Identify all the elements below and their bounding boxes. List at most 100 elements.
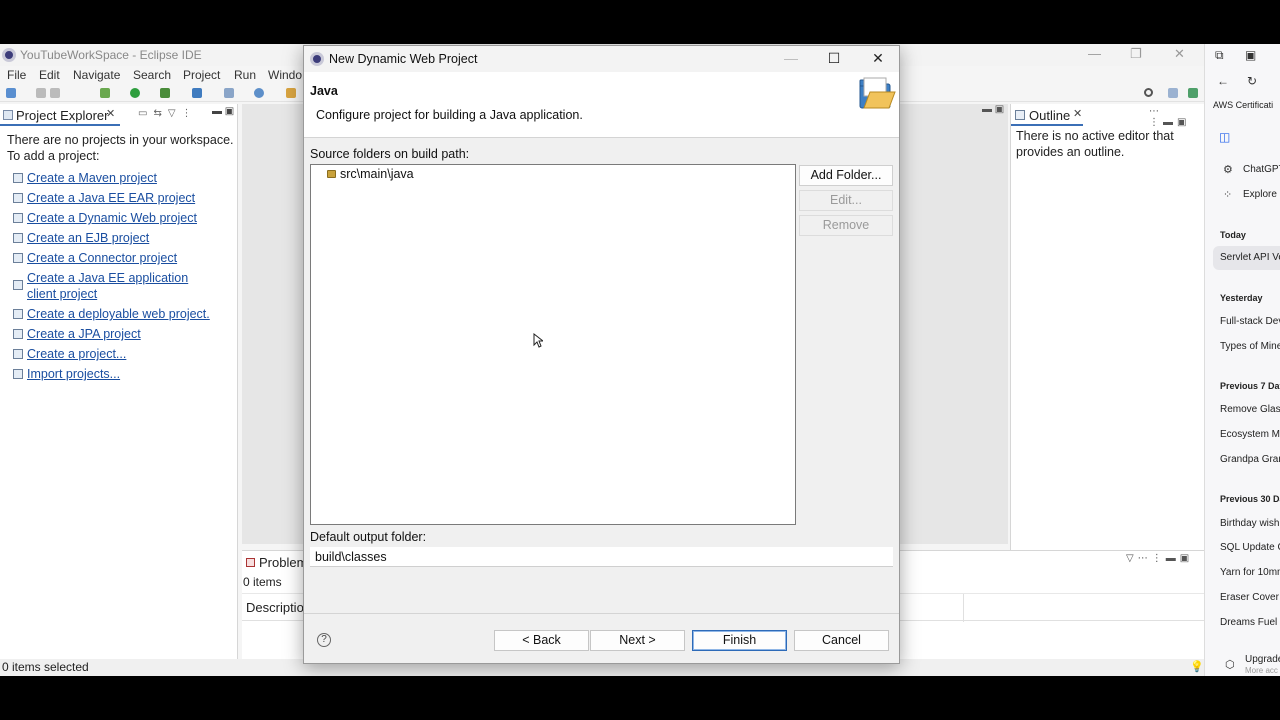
- menu-project[interactable]: Project: [183, 68, 220, 82]
- help-icon[interactable]: ?: [317, 633, 331, 647]
- chat-item[interactable]: Birthday wish: [1220, 518, 1279, 529]
- link-create-ejb-project[interactable]: Create an EJB project: [13, 230, 149, 246]
- tab-project-explorer[interactable]: Project Explorer ✕: [0, 104, 120, 126]
- run-icon[interactable]: [130, 88, 140, 98]
- chat-item[interactable]: Remove Glasse: [1220, 404, 1280, 415]
- desktop-screen: YouTubeWorkSpace - Eclipse IDE — ❐ ✕ Fil…: [0, 44, 1280, 676]
- footer-separator: [304, 613, 899, 614]
- open-folder-icon: [859, 77, 896, 109]
- link-create-deployable-web-project[interactable]: Create a deployable web project.: [13, 306, 210, 322]
- restore-icon[interactable]: ❐: [1130, 46, 1142, 62]
- server-icon[interactable]: [192, 88, 202, 98]
- link-import-projects[interactable]: Import projects...: [13, 366, 120, 382]
- new-icon[interactable]: [6, 88, 16, 98]
- upgrade-subtext: More acc: [1245, 666, 1278, 675]
- close-outline-icon[interactable]: ✕: [1073, 107, 1082, 120]
- sidebar-toggle-icon[interactable]: ◫: [1219, 130, 1230, 144]
- link-create-ear-project[interactable]: Create a Java EE EAR project: [13, 190, 195, 206]
- ear-project-icon: [13, 193, 23, 203]
- close-icon[interactable]: ✕: [1174, 46, 1185, 62]
- search-icon[interactable]: [1144, 88, 1153, 97]
- editor-minimize-maximize-icon[interactable]: ▬ ▣: [982, 104, 1004, 115]
- edit-button[interactable]: Edit...: [799, 190, 893, 211]
- no-projects-text: There are no projects in your workspace.: [7, 133, 234, 147]
- tab-actions-icon[interactable]: ⧉: [1215, 48, 1224, 63]
- menu-search[interactable]: Search: [133, 68, 171, 82]
- problems-view-menu-icon[interactable]: ▽⋯⋮▬▣: [1126, 553, 1193, 564]
- dialog-header: Java Configure project for building a Ja…: [304, 72, 899, 138]
- chat-item[interactable]: Dreams Fuel G: [1220, 617, 1280, 628]
- outline-view-menu-icon[interactable]: ⋯⋮▬▣: [1149, 106, 1204, 128]
- group-header-previous-30-days: Previous 30 Day: [1220, 494, 1280, 504]
- save-icon[interactable]: [36, 88, 46, 98]
- minimize-view-icon[interactable]: ▬ ▣: [212, 106, 234, 117]
- output-folder-field[interactable]: build\classes: [310, 547, 893, 567]
- upgrade-icon: ⬡: [1225, 659, 1235, 671]
- cancel-button[interactable]: Cancel: [794, 630, 889, 651]
- debug-icon[interactable]: [100, 88, 110, 98]
- column-separator: [963, 594, 964, 622]
- perspective-icon[interactable]: [1168, 88, 1178, 98]
- open-folder-icon[interactable]: [286, 88, 296, 98]
- tab-problems[interactable]: Problem: [242, 555, 307, 570]
- dialog-maximize-icon[interactable]: ☐: [824, 50, 844, 67]
- dialog-close-icon[interactable]: ✕: [868, 50, 888, 67]
- problems-count: 0 items: [243, 575, 282, 589]
- back-arrow-icon[interactable]: ←: [1217, 74, 1229, 88]
- link-create-app-client-project[interactable]: Create a Java EE application client proj…: [13, 270, 213, 302]
- new-java-icon[interactable]: [224, 88, 234, 98]
- source-folders-label: Source folders on build path:: [310, 147, 470, 161]
- project-explorer-icon: [3, 110, 13, 120]
- refresh-icon[interactable]: ↻: [1247, 74, 1257, 88]
- chat-item[interactable]: Yarn for 10mm: [1220, 567, 1280, 578]
- tab-bar-icon[interactable]: ▣: [1245, 48, 1256, 62]
- dialog-minimize-icon[interactable]: —: [781, 50, 801, 66]
- chat-item[interactable]: Eraser Cover F: [1220, 592, 1280, 603]
- chat-item[interactable]: Types of Mine: [1220, 341, 1280, 352]
- close-view-icon[interactable]: ✕: [106, 107, 115, 120]
- link-create-jpa-project[interactable]: Create a JPA project: [13, 326, 141, 342]
- menu-edit[interactable]: Edit: [39, 68, 60, 82]
- status-text: 0 items selected: [2, 660, 89, 674]
- view-toolbar-icons[interactable]: ▭⇆▽⋮: [138, 108, 198, 119]
- chat-item[interactable]: Ecosystem Mo: [1220, 429, 1280, 440]
- link-create-project[interactable]: Create a project...: [13, 346, 126, 362]
- tab-outline[interactable]: Outline ✕: [1011, 104, 1083, 126]
- chat-item[interactable]: Servlet API Ver: [1220, 252, 1280, 263]
- menu-file[interactable]: File: [7, 68, 26, 82]
- sidebar-item-chatgpt[interactable]: ChatGPT: [1243, 164, 1280, 175]
- upgrade-link[interactable]: Upgrade: [1245, 654, 1280, 665]
- next-button[interactable]: Next >: [590, 630, 685, 651]
- link-create-dynamic-web-project[interactable]: Create a Dynamic Web project: [13, 210, 197, 226]
- browser-side-panel: ⧉ ▣ ← ↻ AWS Certificati ◫ ⚙ ChatGPT ⁘ Ex…: [1204, 44, 1280, 676]
- problems-icon: [246, 558, 255, 567]
- menu-window[interactable]: Windo: [268, 68, 302, 82]
- link-create-connector-project[interactable]: Create a Connector project: [13, 250, 177, 266]
- aws-bookmark[interactable]: AWS Certificati: [1213, 100, 1273, 110]
- dialog-title-bar: New Dynamic Web Project — ☐ ✕: [304, 46, 899, 72]
- group-header-yesterday: Yesterday: [1220, 293, 1263, 303]
- web-icon[interactable]: [254, 88, 264, 98]
- project-explorer-view: Project Explorer ✕ ▭⇆▽⋮ ▬ ▣ There are no…: [0, 104, 238, 659]
- chat-item[interactable]: SQL Update C: [1220, 542, 1280, 553]
- minimize-icon[interactable]: —: [1088, 46, 1101, 61]
- lightbulb-icon[interactable]: 💡: [1190, 660, 1204, 673]
- menu-run[interactable]: Run: [234, 68, 256, 82]
- add-folder-button[interactable]: Add Folder...: [799, 165, 893, 186]
- coverage-icon[interactable]: [160, 88, 170, 98]
- source-folders-tree[interactable]: src\main\java: [310, 164, 796, 525]
- column-description[interactable]: Descriptio: [246, 600, 304, 615]
- save-all-icon[interactable]: [50, 88, 60, 98]
- source-folder-item[interactable]: src\main\java: [327, 167, 414, 181]
- back-button[interactable]: < Back: [494, 630, 589, 651]
- link-create-maven-project[interactable]: Create a Maven project: [13, 170, 157, 186]
- finish-button[interactable]: Finish: [692, 630, 787, 651]
- chat-item[interactable]: Grandpa Gran: [1220, 454, 1280, 465]
- connector-project-icon: [13, 253, 23, 263]
- explore-gpts-icon: ⁘: [1223, 189, 1233, 201]
- sidebar-item-explore[interactable]: Explore G: [1243, 189, 1280, 200]
- java-ee-perspective-icon[interactable]: [1188, 88, 1198, 98]
- menu-navigate[interactable]: Navigate: [73, 68, 120, 82]
- chat-item[interactable]: Full-stack Dev: [1220, 316, 1280, 327]
- remove-button[interactable]: Remove: [799, 215, 893, 236]
